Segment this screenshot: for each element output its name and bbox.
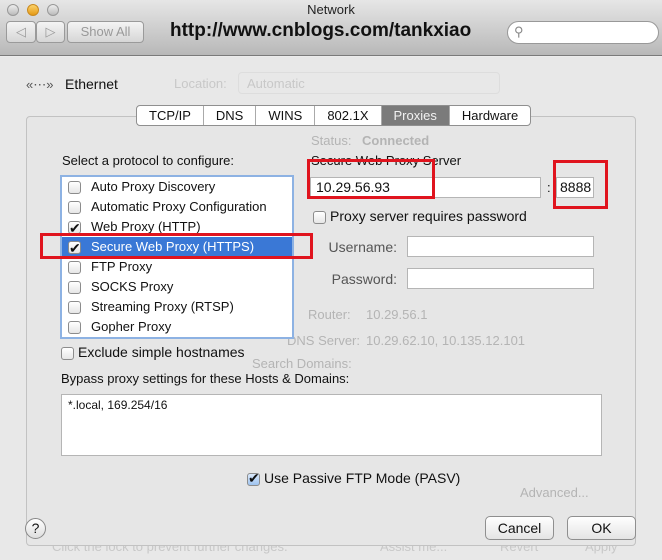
router-value: 10.29.56.1 bbox=[366, 307, 428, 322]
advanced-button: Advanced... bbox=[520, 485, 589, 500]
tab-wins[interactable]: WINS bbox=[256, 106, 316, 125]
checkbox[interactable] bbox=[68, 181, 81, 195]
protocol-auto-discovery[interactable]: Auto Proxy Discovery bbox=[62, 177, 292, 197]
protocol-label: Streaming Proxy (RTSP) bbox=[91, 299, 234, 314]
tab-tcpip[interactable]: TCP/IP bbox=[137, 106, 204, 125]
passive-ftp-option[interactable]: Use Passive FTP Mode (PASV) bbox=[247, 470, 461, 487]
highlight-port bbox=[553, 160, 608, 209]
requires-password-label: Proxy server requires password bbox=[330, 208, 527, 224]
password-input[interactable] bbox=[407, 268, 594, 289]
checkbox[interactable] bbox=[68, 201, 81, 215]
search-input[interactable]: ⚲ bbox=[507, 21, 659, 44]
protocol-heading: Select a protocol to configure: bbox=[62, 153, 234, 168]
tab-dns[interactable]: DNS bbox=[204, 106, 257, 125]
search-icon: ⚲ bbox=[514, 24, 524, 39]
password-label: Password: bbox=[297, 271, 397, 287]
forward-button[interactable]: ▷ bbox=[36, 21, 65, 43]
protocol-socks-proxy[interactable]: SOCKS Proxy bbox=[62, 277, 292, 297]
checkbox-checked[interactable] bbox=[247, 470, 260, 487]
status-value: Connected bbox=[362, 133, 430, 148]
url-watermark: http://www.cnblogs.com/tankxiao bbox=[170, 20, 472, 41]
username-input[interactable] bbox=[407, 236, 594, 257]
checkbox[interactable] bbox=[68, 301, 81, 315]
dns-label: DNS Server: bbox=[287, 333, 360, 348]
passive-ftp-label: Use Passive FTP Mode (PASV) bbox=[264, 470, 461, 486]
location-label: Location: bbox=[174, 76, 227, 91]
search-domains-label: Search Domains: bbox=[252, 356, 352, 371]
ethernet-icon: «⋯» bbox=[26, 77, 54, 92]
router-label: Router: bbox=[308, 307, 351, 322]
checkbox[interactable] bbox=[68, 261, 81, 275]
ok-button[interactable]: OK bbox=[567, 516, 636, 540]
tab-proxies[interactable]: Proxies bbox=[381, 106, 450, 125]
tab-bar: TCP/IP DNS WINS 802.1X Proxies Hardware bbox=[136, 105, 532, 126]
help-button[interactable]: ? bbox=[25, 518, 46, 539]
tab-hardware[interactable]: Hardware bbox=[450, 106, 530, 125]
checkbox[interactable] bbox=[61, 346, 74, 360]
location-select: Automatic bbox=[238, 72, 500, 94]
protocol-streaming-proxy[interactable]: Streaming Proxy (RTSP) bbox=[62, 297, 292, 317]
protocol-ftp-proxy[interactable]: FTP Proxy bbox=[62, 257, 292, 277]
checkbox[interactable] bbox=[68, 321, 81, 335]
cancel-button[interactable]: Cancel bbox=[485, 516, 554, 540]
protocol-auto-config[interactable]: Automatic Proxy Configuration bbox=[62, 197, 292, 217]
protocol-gopher-proxy[interactable]: Gopher Proxy bbox=[62, 317, 292, 337]
exclude-simple-hostnames-option[interactable]: Exclude simple hostnames bbox=[61, 344, 245, 360]
back-button[interactable]: ◁ bbox=[6, 21, 36, 43]
protocol-label: Automatic Proxy Configuration bbox=[91, 199, 267, 214]
protocol-label: Auto Proxy Discovery bbox=[91, 179, 216, 194]
requires-password-option[interactable]: Proxy server requires password bbox=[313, 208, 527, 224]
checkbox[interactable] bbox=[68, 281, 81, 295]
window-toolbar: Network ◁ ▷ Show All http://www.cnblogs.… bbox=[0, 0, 662, 56]
protocol-label: Gopher Proxy bbox=[91, 319, 172, 334]
colon-separator: : bbox=[547, 180, 551, 195]
status-label: Status: bbox=[311, 133, 352, 148]
dns-value: 10.29.62.10, 10.135.12.101 bbox=[366, 333, 526, 348]
tab-8021x[interactable]: 802.1X bbox=[315, 106, 382, 125]
show-all-button[interactable]: Show All bbox=[67, 21, 144, 43]
protocol-label: SOCKS Proxy bbox=[91, 279, 174, 294]
checkbox[interactable] bbox=[313, 210, 326, 224]
protocol-label: Web Proxy (HTTP) bbox=[91, 219, 201, 234]
highlight-secure-web-proxy bbox=[40, 233, 313, 259]
service-name: Ethernet bbox=[65, 76, 118, 92]
bypass-label: Bypass proxy settings for these Hosts & … bbox=[61, 371, 350, 386]
exclude-simple-label: Exclude simple hostnames bbox=[78, 344, 245, 360]
protocol-label: FTP Proxy bbox=[91, 259, 153, 274]
highlight-host bbox=[307, 159, 435, 199]
bypass-textarea[interactable]: *.local, 169.254/16 bbox=[61, 394, 602, 456]
window-title: Network bbox=[307, 2, 355, 17]
